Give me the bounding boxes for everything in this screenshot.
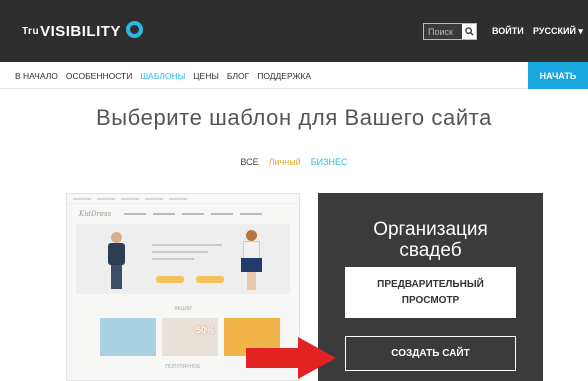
search-input[interactable]: Поиск [424, 27, 462, 37]
girl-figure [241, 230, 262, 292]
top-bar: Tru VISIBILITY Поиск ВОЙТИ РУССКИЙ ▾ [0, 0, 588, 62]
preview-button[interactable]: ПРЕДВАРИТЕЛЬНЫЙ ПРОСМОТР [345, 267, 516, 318]
preview-logo: KidDress [79, 210, 112, 218]
page-title: Выберите шаблон для Вашего сайта [95, 105, 493, 130]
nav-items: В НАЧАЛО ОСОБЕННОСТИ ШАБЛОНЫ ЦЕНЫ БЛОГ П… [15, 71, 311, 81]
logo-ring-icon [125, 21, 143, 38]
nav-item-templates[interactable]: ШАБЛОНЫ [140, 71, 185, 81]
hero-button [156, 276, 184, 283]
preview-hero-image [76, 224, 290, 294]
template-title-line2: свадеб [399, 240, 462, 261]
create-site-button[interactable]: СОЗДАТЬ САЙТ [345, 336, 516, 371]
login-link[interactable]: ВОЙТИ [492, 26, 524, 36]
boy-figure [106, 232, 126, 292]
search-icon[interactable] [462, 24, 476, 39]
hero-text-lines [152, 244, 222, 265]
main-nav: В НАЧАЛО ОСОБЕННОСТИ ШАБЛОНЫ ЦЕНЫ БЛОГ П… [0, 62, 588, 89]
hero-button [196, 276, 224, 283]
nav-item-prices[interactable]: ЦЕНЫ [193, 71, 219, 81]
template-title: Организация свадеб [318, 219, 543, 261]
search-box[interactable]: Поиск [423, 23, 477, 40]
nav-item-support[interactable]: ПОДДЕРЖКА [257, 71, 311, 81]
nav-item-home[interactable]: В НАЧАЛО [15, 71, 58, 81]
start-button[interactable]: НАЧАТЬ [528, 62, 588, 89]
nav-item-blog[interactable]: БЛОГ [227, 71, 249, 81]
red-arrow-icon [246, 337, 336, 379]
thumbnail-image: 50% [162, 318, 218, 356]
preview-topbar [67, 194, 299, 204]
language-selector[interactable]: РУССКИЙ ▾ [533, 26, 583, 37]
thumbnail-image [100, 318, 156, 356]
nav-item-features[interactable]: ОСОБЕННОСТИ [66, 71, 132, 81]
template-filters: ВСЕ Личный БИЗНЕС [0, 157, 588, 167]
filter-business[interactable]: БИЗНЕС [311, 157, 348, 167]
logo-text: VISIBILITY [40, 23, 121, 40]
preview-section-label: АКЦИИ [174, 306, 192, 312]
promo-badge: 50% [195, 325, 214, 335]
filter-personal[interactable]: Личный [269, 157, 301, 167]
template-card-wedding[interactable]: Организация свадеб ПРЕДВАРИТЕЛЬНЫЙ ПРОСМ… [318, 193, 543, 381]
filter-all[interactable]: ВСЕ [240, 157, 258, 167]
logo-prefix: Tru [22, 26, 40, 37]
logo[interactable]: Tru VISIBILITY [22, 21, 143, 40]
preview-button-line2: ПРОСМОТР [401, 294, 460, 306]
template-title-line1: Организация [373, 219, 488, 240]
preview-button-line1: ПРЕДВАРИТЕЛЬНЫЙ [377, 278, 484, 290]
preview-nav: KidDress [67, 204, 299, 224]
